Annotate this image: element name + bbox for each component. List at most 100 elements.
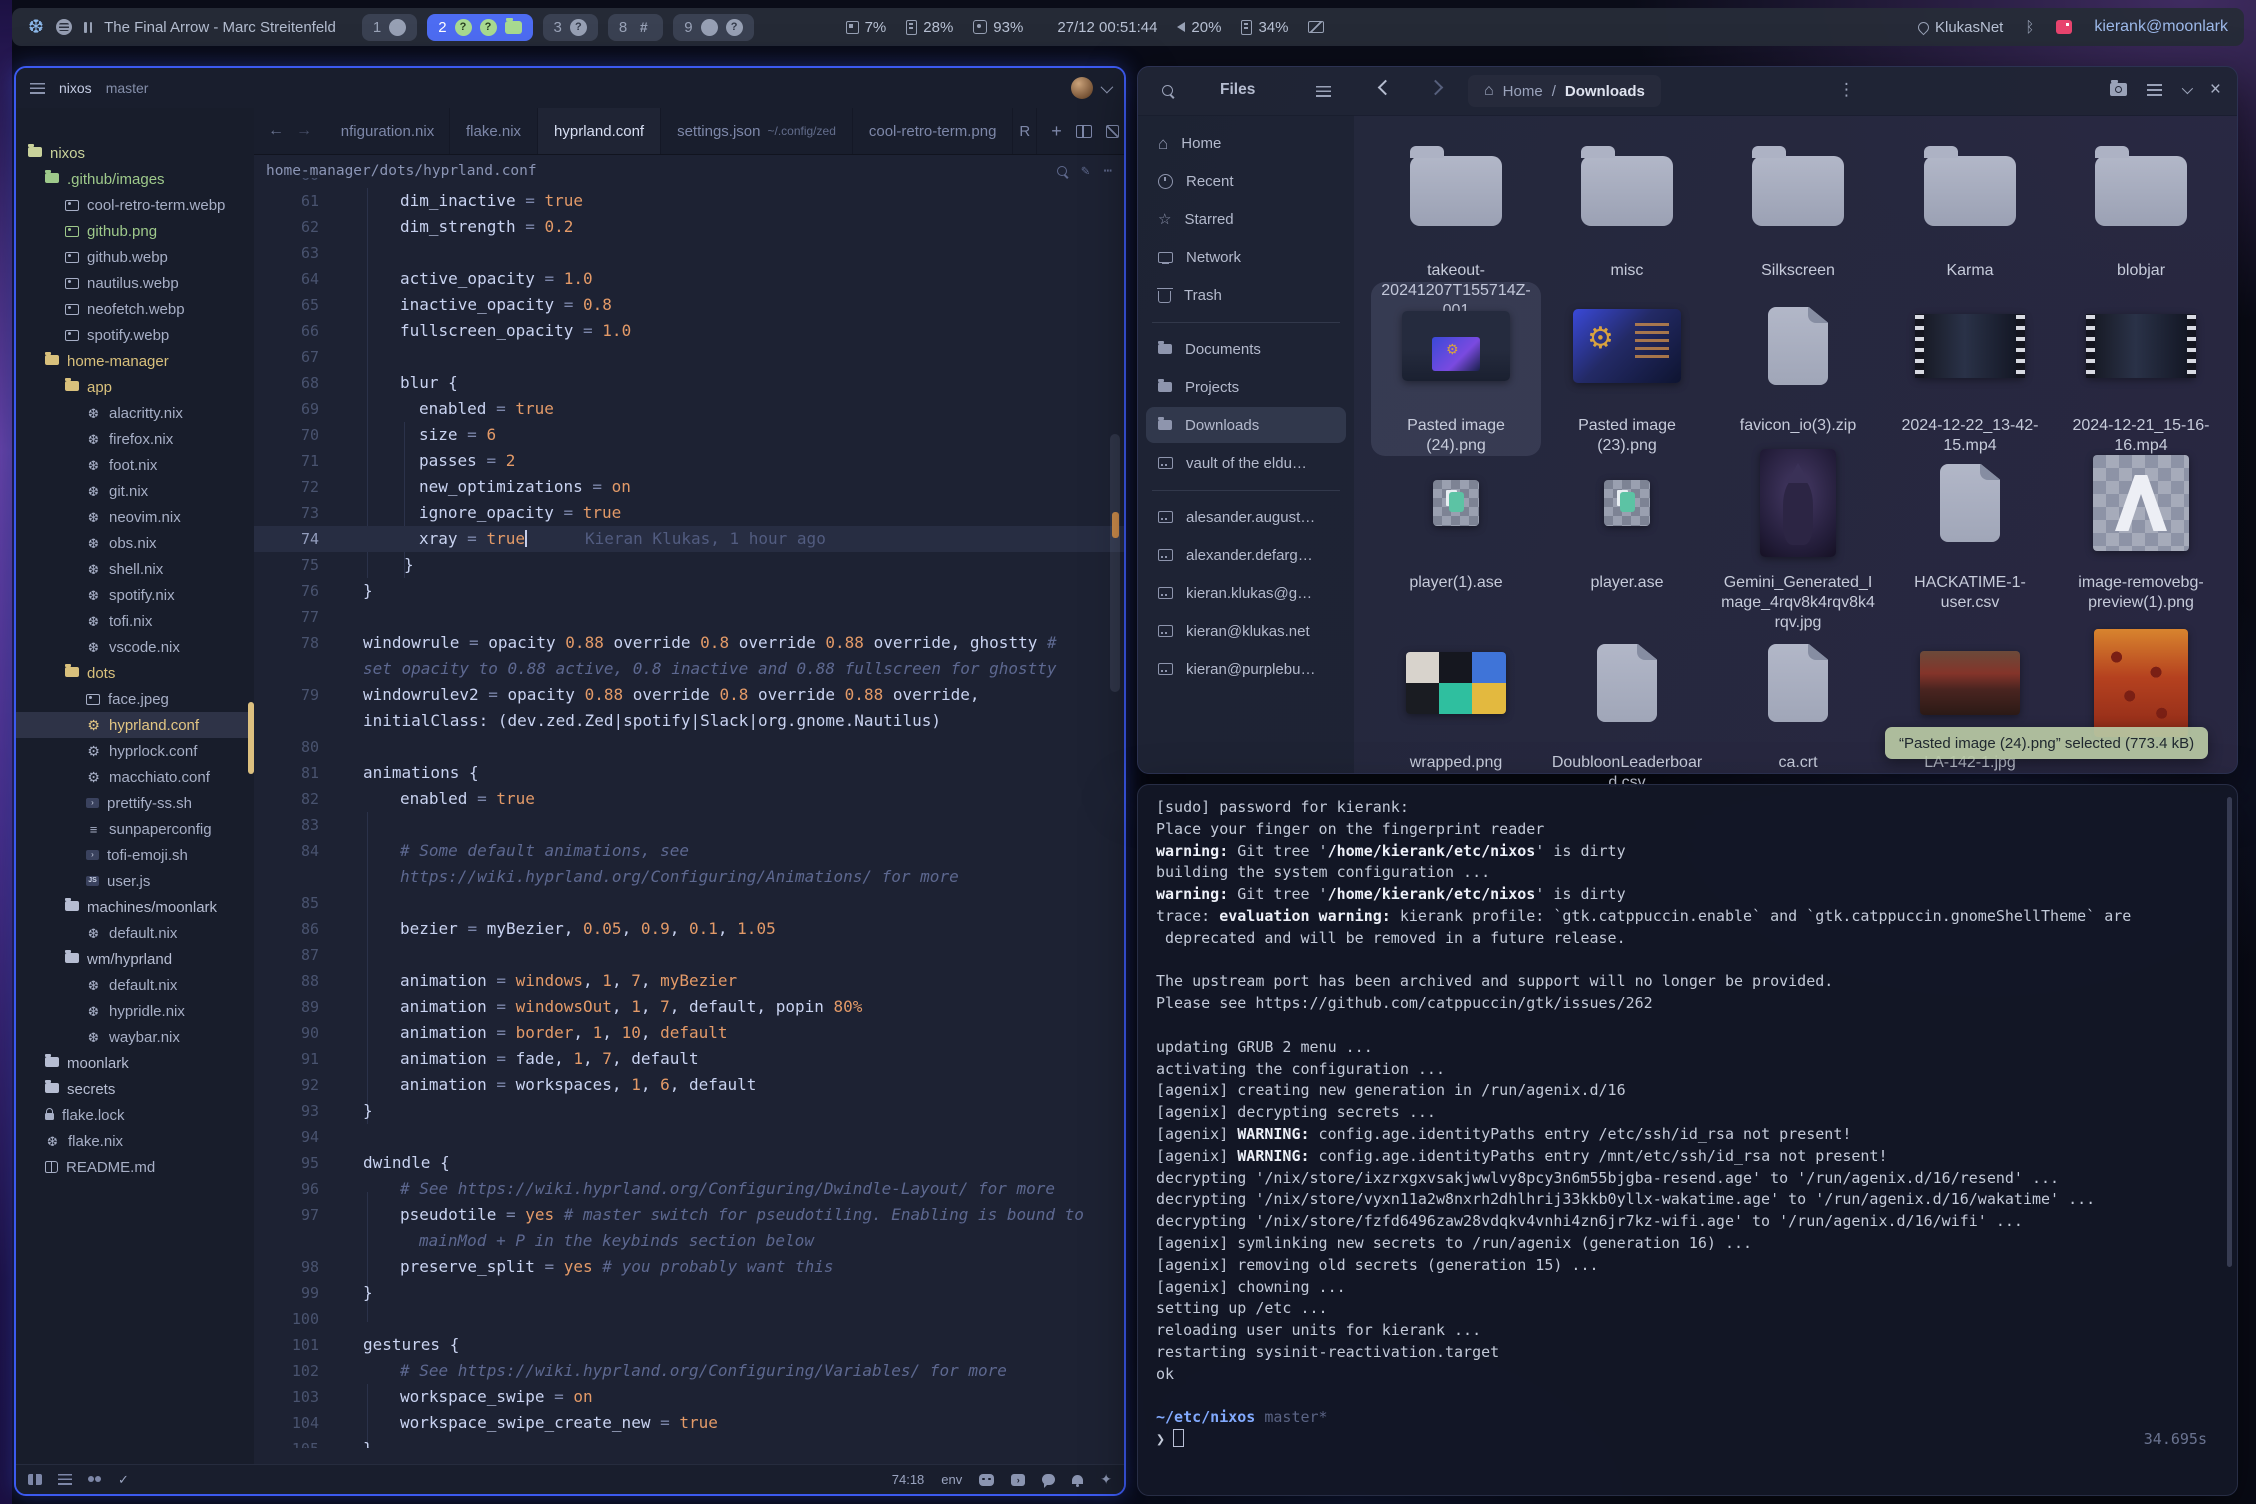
tree-item-machines-moonlark[interactable]: machines/moonlark [16,894,254,920]
files-headerbar[interactable]: Files ⌂ Home / Downloads ⋮ × [1138,67,2237,116]
sidebar-item-kieran-klukas-g-[interactable]: kieran.klukas@g… [1146,575,1346,611]
file-item-blobjar[interactable]: blobjar [2056,127,2226,281]
code-line-81[interactable]: 81animations { [254,760,1124,786]
sidebar-item-alexander-defarg-[interactable]: alexander.defarg… [1146,537,1346,573]
tree-item-spotify.webp[interactable]: spotify.webp [16,322,254,348]
sidebar-item-network[interactable]: Network [1146,239,1346,275]
code-line-97[interactable]: 97pseudotile = yes # master switch for p… [254,1202,1124,1228]
tree-item-shell.nix[interactable]: ❆shell.nix [16,556,254,582]
clock[interactable]: 27/12 00:51:44 [1057,19,1157,36]
code-line-98[interactable]: 98preserve_split = yes # you probably wa… [254,1254,1124,1280]
tree-item-neofetch.webp[interactable]: neofetch.webp [16,296,254,322]
code-line-93[interactable]: 93} [254,1098,1124,1124]
file-item-2024-12-22-13-42-15.mp4[interactable]: 2024-12-22_13-42-15.mp4 [1885,282,2055,456]
chevron-down-icon[interactable] [1101,80,1114,93]
code-line-83[interactable]: 83 [254,812,1124,838]
tree-item-default.nix[interactable]: ❆default.nix [16,920,254,946]
workspace-9[interactable]: 9? [673,14,753,41]
chat-panel-icon[interactable] [1042,1474,1055,1485]
assistant-icon[interactable]: ✦ [1100,1471,1112,1488]
spotify-icon[interactable] [56,19,72,35]
code-line-105[interactable]: 105} [254,1436,1124,1448]
code-line-101[interactable]: 101gestures { [254,1332,1124,1358]
tree-item-macchiato.conf[interactable]: ⚙macchiato.conf [16,764,254,790]
code-line-96[interactable]: 96# See https://wiki.hyprland.org/Config… [254,1176,1124,1202]
tree-item-nixos[interactable]: nixos [16,140,254,166]
tree-item-git.nix[interactable]: ❆git.nix [16,478,254,504]
file-item-gemini-generated-image-4rqv8k4rqv8k4rqv.jpg[interactable]: Gemini_Generated_Image_4rqv8k4rqv8k4rqv.… [1713,439,1883,633]
outline-panel-toggle-icon[interactable] [58,1474,72,1485]
workspace-8[interactable]: 8# [608,14,663,41]
code-line-60[interactable]: 60 [254,178,1124,188]
code-line-88[interactable]: 88animation = windows, 1, 7, myBezier [254,968,1124,994]
file-item-silkscreen[interactable]: Silkscreen [1713,127,1883,281]
code-line-99[interactable]: 99} [254,1280,1124,1306]
tree-item-cool-retro-term.webp[interactable]: cool-retro-term.webp [16,192,254,218]
code-line-86[interactable]: 86bezier = myBezier, 0.05, 0.9, 0.1, 1.0… [254,916,1124,942]
pause-icon[interactable] [84,22,92,33]
code-line-61[interactable]: 61dim_inactive = true [254,188,1124,214]
file-item-player-1-.ase[interactable]: player(1).ase [1371,439,1541,593]
breadcrumb-home[interactable]: Home [1503,83,1543,100]
view-toggle-icon[interactable] [2147,84,2162,96]
tree-item-vscode.nix[interactable]: ❆vscode.nix [16,634,254,660]
workspace-2[interactable]: 2?? [427,14,532,41]
code-line-73[interactable]: 73ignore_opacity = true [254,500,1124,526]
file-item-ca.crt[interactable]: ca.crt [1713,619,1883,773]
code-line-92[interactable]: 92animation = workspaces, 1, 6, default [254,1072,1124,1098]
file-item-wrapped.png[interactable]: wrapped.png [1371,619,1541,773]
sidebar-item-trash[interactable]: Trash [1146,277,1346,313]
tree-item-default.nix[interactable]: ❆default.nix [16,972,254,998]
now-playing-title[interactable]: The Final Arrow - Marc Streitenfeld [104,19,336,36]
file-item-image-removebg-preview-1-.png[interactable]: image-removebg-preview(1).png [2056,439,2226,613]
tab-hyprland.conf[interactable]: hyprland.conf [538,108,661,154]
forward-button[interactable] [1428,80,1444,96]
sidebar-item-kieran-purplebu-[interactable]: kieran@purplebu… [1146,651,1346,687]
file-item-player.ase[interactable]: player.ase [1542,439,1712,593]
notifications-icon[interactable] [1072,1475,1083,1484]
workspace-3[interactable]: 3? [543,14,598,41]
terminal-scrollbar[interactable] [2227,797,2232,1267]
code-line-90[interactable]: 90animation = border, 1, 10, default [254,1020,1124,1046]
collab-panel-toggle-icon[interactable] [88,1474,102,1485]
copilot-icon[interactable] [979,1474,994,1486]
code-line-104[interactable]: 104workspace_swipe_create_new = true [254,1410,1124,1436]
cursor-position[interactable]: 74:18 [892,1472,925,1487]
code-line-102[interactable]: 102# See https://wiki.hyprland.org/Confi… [254,1358,1124,1384]
tree-item-obs.nix[interactable]: ❆obs.nix [16,530,254,556]
nav-back-icon[interactable]: ← [268,122,284,140]
path-bar[interactable]: ⌂ Home / Downloads [1468,75,1661,107]
code-line-62[interactable]: 62dim_strength = 0.2 [254,214,1124,240]
sidebar-item-kieran-klukas-net[interactable]: kieran@klukas.net [1146,613,1346,649]
expand-button[interactable] [1106,125,1119,138]
nav-forward-icon[interactable]: → [296,122,312,140]
code-line-100[interactable]: 100 [254,1306,1124,1332]
project-panel-toggle-icon[interactable] [28,1474,42,1485]
tree-item-hyprland.conf[interactable]: ⚙hyprland.conf [16,712,254,738]
code-line-67[interactable]: 67 [254,344,1124,370]
code-line-wrap[interactable]: set opacity to 0.88 active, 0.8 inactive… [254,656,1124,682]
code-line-80[interactable]: 80 [254,734,1124,760]
code-line-63[interactable]: 63 [254,240,1124,266]
tree-item-sunpaperconfig[interactable]: ≡sunpaperconfig [16,816,254,842]
tree-item-prettify-ss.sh[interactable]: ›prettify-ss.sh [16,790,254,816]
git-branch[interactable]: master [106,80,149,96]
tree-item-tofi.nix[interactable]: ❆tofi.nix [16,608,254,634]
bluetooth-icon[interactable]: ᛒ [2025,19,2034,36]
tab-r[interactable]: R [1013,108,1037,154]
tab-nfiguration.nix[interactable]: nfiguration.nix [326,108,450,154]
tree-item-tofi-emoji.sh[interactable]: ›tofi-emoji.sh [16,842,254,868]
code-line-85[interactable]: 85 [254,890,1124,916]
code-line-70[interactable]: 70size = 6 [254,422,1124,448]
sidebar-item-projects[interactable]: Projects [1146,369,1346,405]
tree-item-hyprlock.conf[interactable]: ⚙hyprlock.conf [16,738,254,764]
sidebar-item-vault-of-the-eldu-[interactable]: vault of the eldu… [1146,445,1346,481]
project-name[interactable]: nixos [59,80,92,96]
code-line-79[interactable]: 79windowrulev2 = opacity 0.88 override 0… [254,682,1124,708]
code-line-89[interactable]: 89animation = windowsOut, 1, 7, default,… [254,994,1124,1020]
tree-item-flake.lock[interactable]: flake.lock [16,1102,254,1128]
code-line-72[interactable]: 72new_optimizations = on [254,474,1124,500]
network-module[interactable]: KlukasNet [1918,19,2003,36]
sidebar-item-home[interactable]: ⌂Home [1146,125,1346,161]
file-item-2024-12-21-15-16-16.mp4[interactable]: 2024-12-21_15-16-16.mp4 [2056,282,2226,456]
